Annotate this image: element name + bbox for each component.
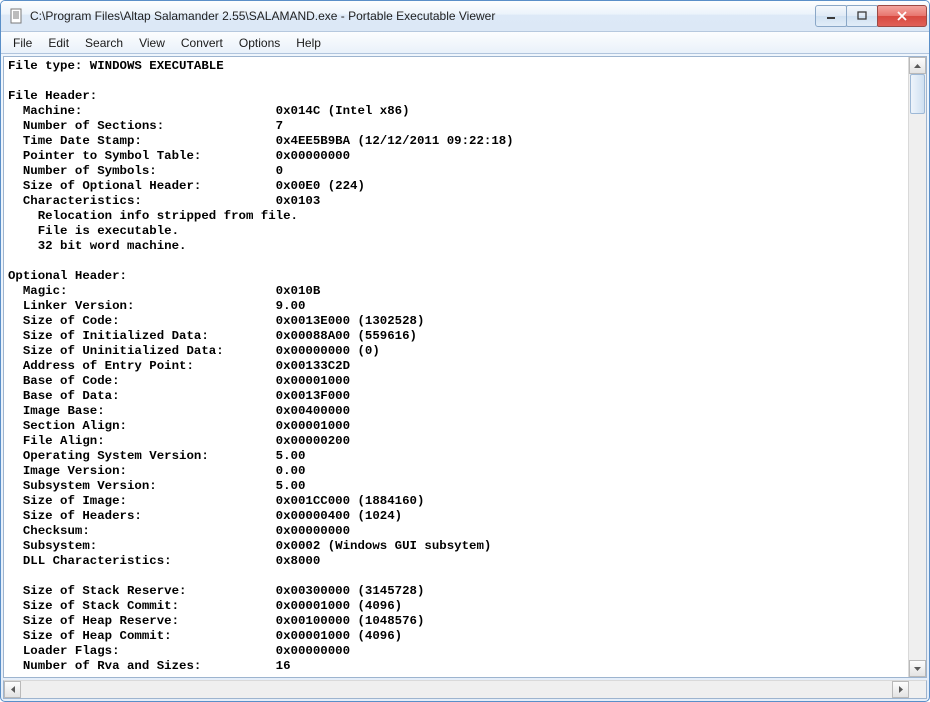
scroll-corner — [909, 681, 926, 698]
close-button[interactable] — [877, 5, 927, 27]
maximize-button[interactable] — [846, 5, 878, 27]
scroll-thumb[interactable] — [910, 74, 925, 114]
menu-edit[interactable]: Edit — [40, 32, 77, 53]
app-icon — [9, 8, 25, 24]
scroll-track[interactable] — [909, 74, 926, 660]
menubar: File Edit Search View Convert Options He… — [1, 32, 929, 54]
pe-dump-text[interactable]: File type: WINDOWS EXECUTABLE File Heade… — [4, 57, 908, 677]
scroll-right-button[interactable] — [892, 681, 909, 698]
vertical-scrollbar[interactable] — [908, 57, 926, 677]
window-controls — [816, 5, 927, 27]
scroll-up-button[interactable] — [909, 57, 926, 74]
titlebar[interactable]: C:\Program Files\Altap Salamander 2.55\S… — [1, 1, 929, 32]
horizontal-scrollbar[interactable] — [3, 680, 927, 699]
menu-file[interactable]: File — [5, 32, 40, 53]
client-area: File type: WINDOWS EXECUTABLE File Heade… — [3, 56, 927, 678]
menu-convert[interactable]: Convert — [173, 32, 231, 53]
menu-search[interactable]: Search — [77, 32, 131, 53]
menu-view[interactable]: View — [131, 32, 173, 53]
app-window: C:\Program Files\Altap Salamander 2.55\S… — [0, 0, 930, 702]
scroll-left-button[interactable] — [4, 681, 21, 698]
hscroll-track[interactable] — [21, 681, 892, 698]
minimize-button[interactable] — [815, 5, 847, 27]
window-title: C:\Program Files\Altap Salamander 2.55\S… — [30, 9, 816, 23]
menu-help[interactable]: Help — [288, 32, 329, 53]
scroll-down-button[interactable] — [909, 660, 926, 677]
menu-options[interactable]: Options — [231, 32, 288, 53]
